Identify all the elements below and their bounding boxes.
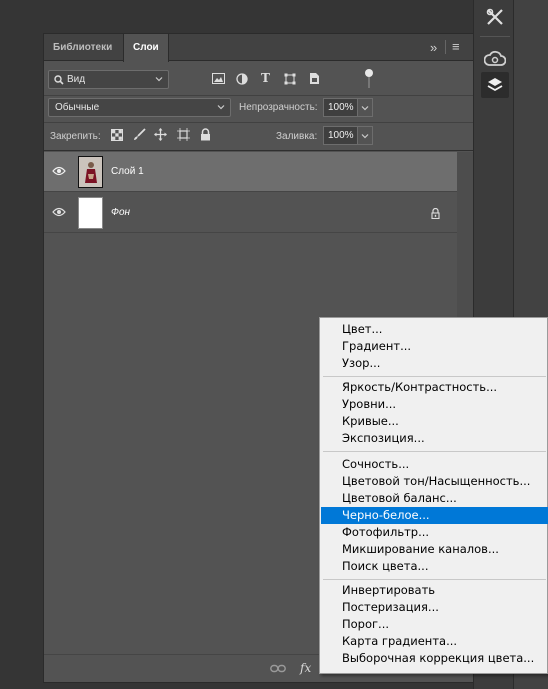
divider (44, 150, 473, 151)
creative-cloud-icon[interactable] (481, 46, 509, 72)
opacity-dropdown-button[interactable] (357, 98, 373, 117)
menu-item-color-balance[interactable]: Цветовой баланс... (321, 490, 548, 507)
layer-thumbnail (78, 156, 103, 188)
menu-item-gradient[interactable]: Градиент... (321, 338, 548, 355)
collapse-icon[interactable]: » (430, 40, 437, 55)
layer-name: Слой 1 (111, 166, 144, 177)
tab-libraries[interactable]: Библиотеки (44, 34, 121, 61)
panel-menu-icon[interactable]: ≡ (452, 39, 460, 54)
menu-item-vibrance[interactable]: Сочность... (321, 456, 548, 473)
filter-toggle-track (368, 77, 370, 88)
layer-filter-kind-select[interactable]: Вид (48, 70, 169, 89)
search-icon (54, 75, 64, 85)
chevron-down-icon (155, 77, 163, 82)
menu-item-exposure[interactable]: Экспозиция... (321, 430, 548, 447)
menu-item-levels[interactable]: Уровни... (321, 396, 548, 413)
fill-label: Заливка: (276, 131, 318, 142)
lock-icon (431, 208, 440, 219)
lock-image-pixels-icon[interactable] (133, 128, 146, 144)
menu-item-invert[interactable]: Инвертировать (321, 582, 548, 599)
menu-item-brightness-contrast[interactable]: Яркость/Контрастность... (321, 379, 548, 396)
filter-pixel-layers-icon[interactable] (212, 73, 225, 87)
fill-dropdown-button[interactable] (357, 126, 373, 145)
filter-smart-objects-icon[interactable] (309, 72, 320, 88)
lock-transparent-pixels-icon[interactable] (111, 129, 123, 144)
link-icon[interactable] (270, 664, 286, 673)
filter-type-layers-icon[interactable]: T (261, 71, 270, 85)
layers-icon[interactable] (481, 72, 509, 98)
lock-label: Закрепить: (50, 131, 101, 142)
blend-mode-value: Обычные (55, 102, 100, 113)
opacity-input[interactable]: 100% (323, 98, 358, 117)
opacity-label: Непрозрачность: (239, 102, 318, 113)
eye-icon[interactable] (52, 207, 66, 217)
menu-item-gradient-map[interactable]: Карта градиента... (321, 633, 548, 650)
tab-layers[interactable]: Слои (123, 34, 169, 62)
menu-item-photo-filter[interactable]: Фотофильтр... (321, 524, 548, 541)
menu-separator (323, 579, 546, 580)
divider (44, 122, 473, 123)
eye-icon[interactable] (52, 166, 66, 176)
blend-mode-select[interactable]: Обычные (48, 98, 231, 117)
menu-item-threshold[interactable]: Порог... (321, 616, 548, 633)
menu-item-solid-color[interactable]: Цвет... (321, 321, 548, 338)
tools-icon[interactable] (481, 4, 509, 30)
filter-shape-layers-icon[interactable] (284, 73, 296, 88)
divider (44, 95, 473, 96)
filter-adjustment-layers-icon[interactable] (236, 73, 248, 88)
layer-thumbnail (78, 197, 103, 229)
menu-separator (323, 451, 546, 452)
menu-item-pattern[interactable]: Узор... (321, 355, 548, 372)
filter-toggle-icon[interactable] (365, 69, 373, 77)
layer-thumbnail-image (79, 157, 102, 187)
menu-separator (323, 376, 546, 377)
lock-artboard-icon[interactable] (177, 128, 190, 144)
tab-divider (445, 40, 446, 54)
filter-kind-label: Вид (67, 74, 86, 85)
fx-button[interactable]: fx (300, 661, 311, 675)
menu-item-selective-color[interactable]: Выборочная коррекция цвета... (321, 650, 548, 667)
chevron-down-icon (217, 105, 225, 110)
menu-item-curves[interactable]: Кривые... (321, 413, 548, 430)
menu-item-hue-saturation[interactable]: Цветовой тон/Насыщенность... (321, 473, 548, 490)
menu-item-black-white[interactable]: Черно-белое... (321, 507, 548, 524)
layer-row-layer-1[interactable]: Слой 1 (44, 152, 457, 192)
adjustment-layer-menu: Цвет... Градиент... Узор... Яркость/Конт… (319, 317, 548, 674)
menu-item-channel-mixer[interactable]: Микширование каналов... (321, 541, 548, 558)
panel-tab-bar: Библиотеки Слои » ≡ (44, 34, 473, 62)
strip-divider (480, 36, 510, 37)
menu-item-posterize[interactable]: Постеризация... (321, 599, 548, 616)
layer-name: Фон (111, 207, 131, 218)
menu-item-color-lookup[interactable]: Поиск цвета... (321, 558, 548, 575)
lock-position-icon[interactable] (154, 128, 167, 144)
layer-row-background[interactable]: Фон (44, 193, 457, 233)
lock-all-icon[interactable] (200, 128, 211, 144)
fill-input[interactable]: 100% (323, 126, 358, 145)
